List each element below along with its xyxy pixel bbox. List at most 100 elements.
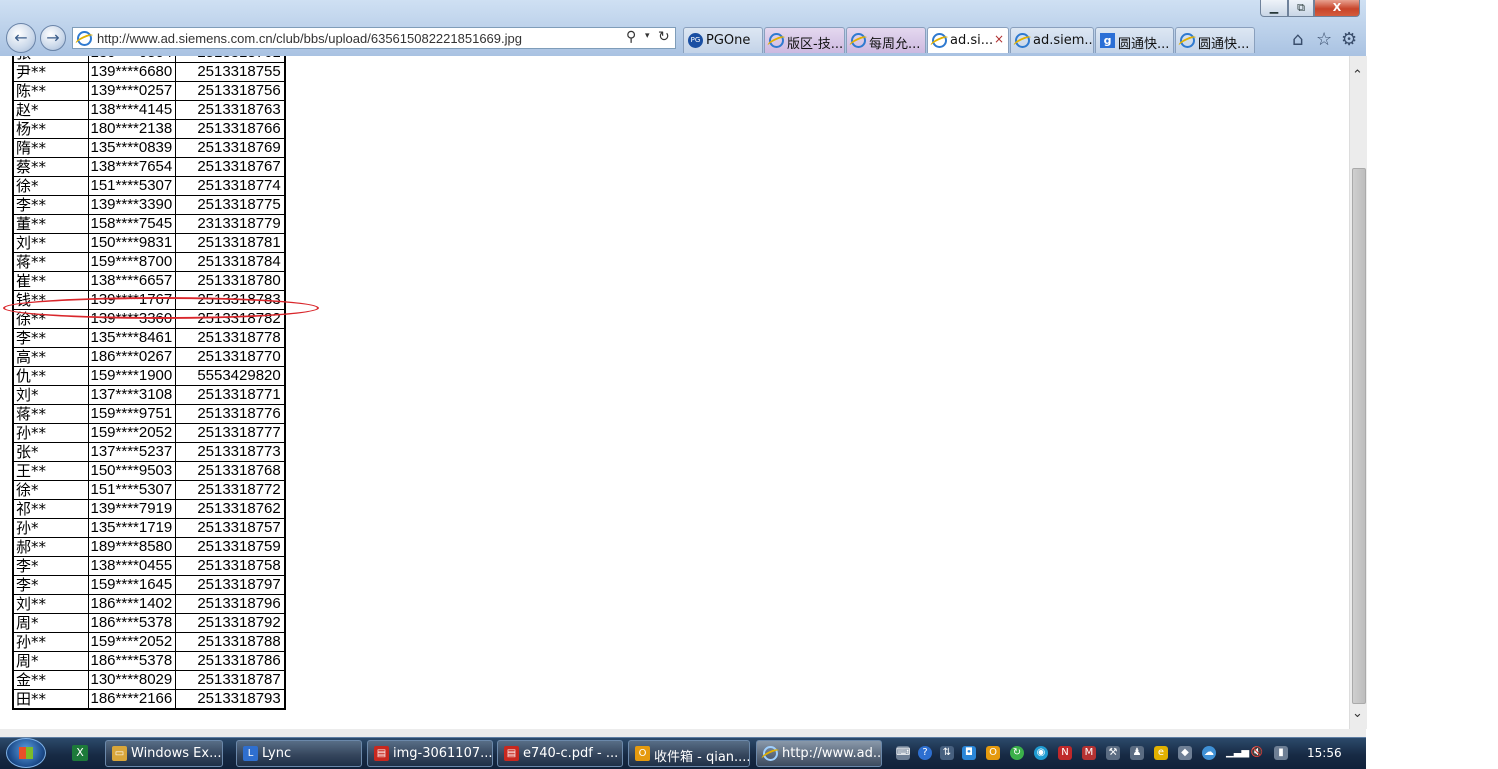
search-icon[interactable]: ⚲ xyxy=(626,29,636,45)
tab-close-icon[interactable]: × xyxy=(994,32,1004,46)
taskbar-button-explorer[interactable]: ▭ Windows Ex... xyxy=(105,740,223,767)
name-cell: 金** xyxy=(12,670,89,690)
table-row: 高** 186****0267 2513318770 xyxy=(12,347,286,367)
n-app-icon[interactable]: N xyxy=(1058,746,1072,760)
outlook-tray-icon[interactable]: O xyxy=(986,746,1000,760)
name-cell: 王** xyxy=(12,461,89,481)
volume-muted-icon[interactable]: 🔇 xyxy=(1250,746,1264,760)
tab-label: 圆通快... xyxy=(1118,37,1170,52)
dropdown-arrow-icon[interactable]: ▾ xyxy=(645,31,650,41)
excel-icon[interactable]: X xyxy=(72,745,88,761)
table-row: 董** 158****7545 2313318779 xyxy=(12,214,286,234)
tab-forum[interactable]: 版区-技... xyxy=(764,27,845,53)
cloud-icon[interactable]: ☁ xyxy=(1202,746,1216,760)
tab-yto[interactable]: 圆通快... xyxy=(1175,27,1255,53)
taskbar-button-outlook[interactable]: O 收件箱 - qian.... xyxy=(628,740,750,767)
start-button[interactable] xyxy=(6,738,46,768)
code-cell: 2513318766 xyxy=(175,119,286,139)
code-cell: 2513318772 xyxy=(175,480,286,500)
taskbar-button-lync[interactable]: L Lync xyxy=(236,740,362,767)
forward-button[interactable]: → xyxy=(40,25,66,51)
table-row: 祁** 139****7919 2513318762 xyxy=(12,499,286,519)
phone-cell: 180****2138 xyxy=(87,119,177,139)
sync-icon[interactable]: ↻ xyxy=(1010,746,1024,760)
name-cell: 尹** xyxy=(12,62,89,82)
code-cell: 2513318787 xyxy=(175,670,286,690)
scroll-thumb[interactable] xyxy=(1352,168,1366,704)
battery-icon[interactable]: ▮ xyxy=(1274,746,1288,760)
code-cell: 2313318779 xyxy=(175,214,286,234)
tab-pgone[interactable]: PG PGOne xyxy=(683,27,763,53)
keyboard-icon[interactable]: ⌨ xyxy=(896,746,910,760)
scroll-down-icon[interactable]: ⌄ xyxy=(1352,706,1363,721)
phone-cell: 137****5237 xyxy=(87,442,177,462)
tab-yto-google[interactable]: g 圆通快... xyxy=(1095,27,1174,53)
code-cell: 2513318786 xyxy=(175,651,286,671)
refresh-icon[interactable]: ↻ xyxy=(658,29,670,45)
ie-icon xyxy=(769,33,784,48)
tab-label: PGOne xyxy=(706,33,751,48)
table-row: 王** 150****9503 2513318768 xyxy=(12,461,286,481)
tab-active[interactable]: ad.si... × xyxy=(927,27,1009,53)
table-row: 张* 137****5237 2513318773 xyxy=(12,442,286,462)
phone-cell: 135****1719 xyxy=(87,518,177,538)
user-icon[interactable]: ♟ xyxy=(1130,746,1144,760)
ie-icon xyxy=(1180,33,1195,48)
taskbar-button-ie[interactable]: http://www.ad... xyxy=(756,740,882,767)
taskbar-button-img-pdf[interactable]: ▤ img-3061107... xyxy=(367,740,493,767)
address-bar[interactable]: http://www.ad.siemens.com.cn/club/bbs/up… xyxy=(72,27,676,49)
name-cell: 董** xyxy=(12,214,89,234)
home-icon[interactable]: ⌂ xyxy=(1292,29,1303,50)
tab-siemens[interactable]: ad.siem... xyxy=(1010,27,1094,53)
tab-label: ad.siem... xyxy=(1033,33,1094,48)
signal-icon[interactable]: ▁▃▅ xyxy=(1226,746,1249,760)
phone-cell: 158****7545 xyxy=(87,214,177,234)
phone-cell: 159****1900 xyxy=(87,366,177,386)
code-cell: 2513318768 xyxy=(175,461,286,481)
lync-tray-icon[interactable]: ◉ xyxy=(1034,746,1048,760)
settings-icon[interactable]: ⚙ xyxy=(1341,29,1357,50)
favorites-icon[interactable]: ☆ xyxy=(1316,29,1332,50)
table-row: 刘** 186****1402 2513318796 xyxy=(12,594,286,614)
code-cell: 2513318788 xyxy=(175,632,286,652)
phone-cell: 186****1402 xyxy=(87,594,177,614)
ie-icon xyxy=(932,33,947,48)
table-row: 李* 138****0455 2513318758 xyxy=(12,556,286,576)
minimize-button[interactable]: ▁ xyxy=(1260,0,1288,17)
table-row: 金** 130****8029 2513318787 xyxy=(12,670,286,690)
tab-weekly[interactable]: 每周允... xyxy=(846,27,926,53)
network-arrows-icon[interactable]: ⇅ xyxy=(940,746,954,760)
image-viewport: 张130****05042513318761尹**139****66802513… xyxy=(0,56,1349,736)
phone-cell: 186****2166 xyxy=(87,689,177,710)
phone-cell: 186****5378 xyxy=(87,651,177,671)
mcafee-icon[interactable]: M xyxy=(1082,746,1096,760)
phone-cell: 130****8029 xyxy=(87,670,177,690)
maximize-button[interactable]: ⧉ xyxy=(1288,0,1314,17)
phone-cell: 189****8580 xyxy=(87,537,177,557)
taskbar-button-e740-pdf[interactable]: ▤ e740-c.pdf - ... xyxy=(497,740,623,767)
clock[interactable]: 15:56 xyxy=(1307,746,1342,760)
tools-icon[interactable]: ⚒ xyxy=(1106,746,1120,760)
address-url[interactable]: http://www.ad.siemens.com.cn/club/bbs/up… xyxy=(97,31,522,46)
code-cell: 5553429820 xyxy=(175,366,286,386)
code-cell: 2513318773 xyxy=(175,442,286,462)
folder-icon: ▭ xyxy=(112,746,127,761)
name-cell: 徐* xyxy=(12,480,89,500)
phone-cell: 151****5307 xyxy=(87,480,177,500)
taskbar-button-label: e740-c.pdf - ... xyxy=(523,746,619,761)
vertical-scrollbar[interactable]: ⌃ ⌄ xyxy=(1349,56,1367,729)
code-cell: 2513318758 xyxy=(175,556,286,576)
code-cell: 2513318796 xyxy=(175,594,286,614)
ie-tray-icon[interactable]: e xyxy=(1154,746,1168,760)
close-button[interactable]: X xyxy=(1314,0,1360,17)
name-cell: 仇** xyxy=(12,366,89,386)
shield-icon[interactable]: ◆ xyxy=(1178,746,1192,760)
scroll-up-icon[interactable]: ⌃ xyxy=(1352,68,1363,83)
help-icon[interactable]: ? xyxy=(918,746,932,760)
back-button[interactable]: ← xyxy=(6,23,36,53)
code-cell: 2513318792 xyxy=(175,613,286,633)
code-cell: 2513318755 xyxy=(175,62,286,82)
chat-icon[interactable]: ◘ xyxy=(962,746,976,760)
taskbar-button-label: img-3061107... xyxy=(393,746,493,761)
table-row: 李** 135****8461 2513318778 xyxy=(12,328,286,348)
